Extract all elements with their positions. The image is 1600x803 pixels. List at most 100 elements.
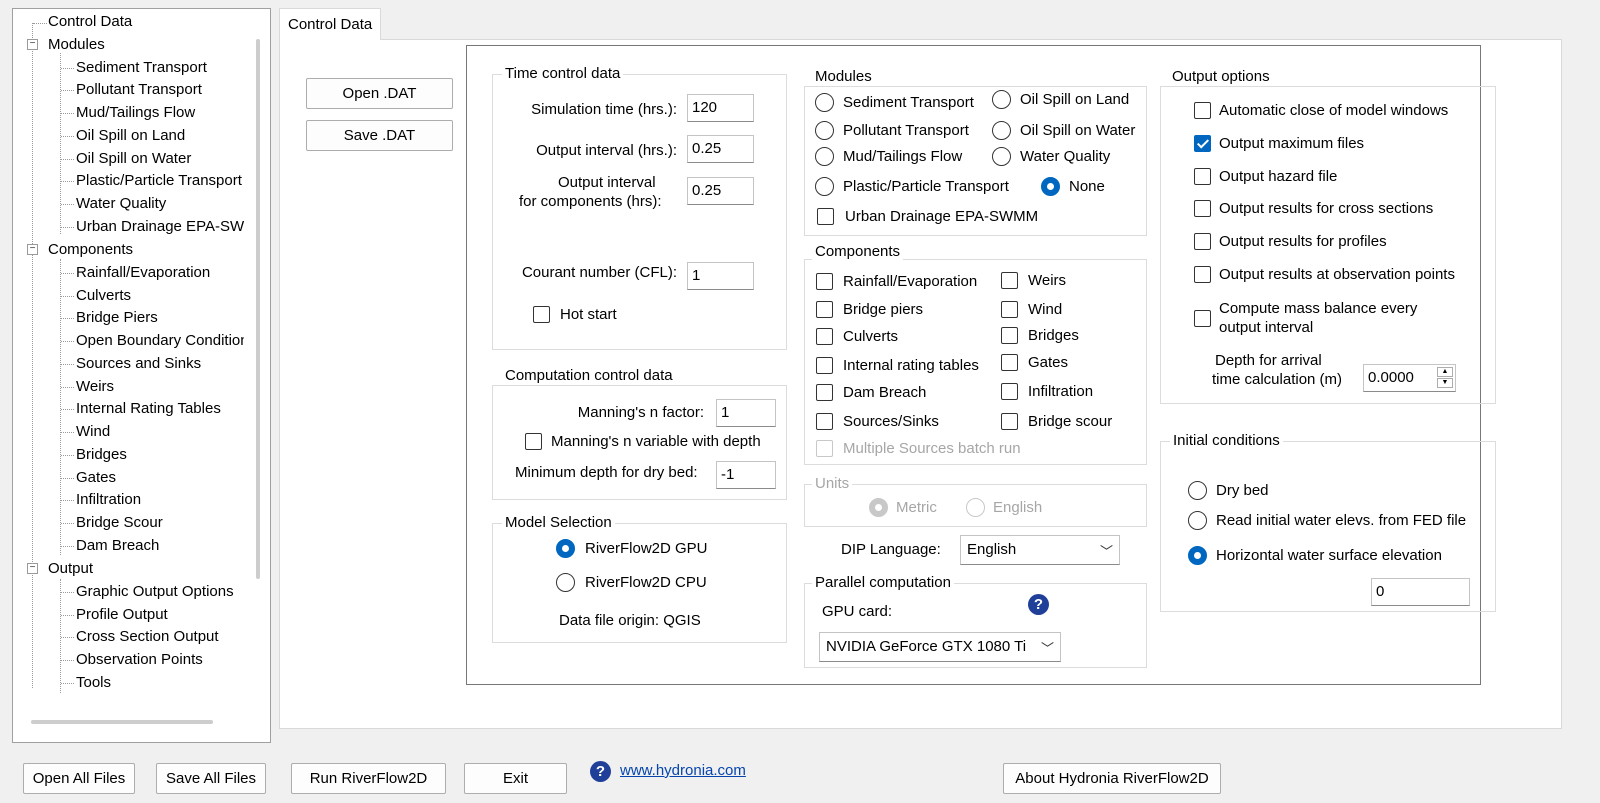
module-radio[interactable]: [815, 121, 834, 140]
tree-item-module[interactable]: Oil Spill on Land: [76, 125, 185, 147]
tree-item-component[interactable]: Culverts: [76, 285, 131, 307]
module-none-radio[interactable]: [1041, 177, 1060, 196]
horizontal-scrollbar[interactable]: [31, 720, 213, 724]
tree-item-component[interactable]: Gates: [76, 467, 116, 489]
tree-item-component[interactable]: Rainfall/Evaporation: [76, 262, 210, 284]
component-checkbox[interactable]: [1001, 383, 1018, 400]
module-label: Sediment Transport: [843, 94, 974, 111]
depth-arrival-label: Depth for arrival: [1215, 352, 1322, 369]
about-button[interactable]: About Hydronia RiverFlow2D: [1003, 763, 1221, 794]
tab-control-data[interactable]: Control Data: [279, 8, 381, 40]
output-cross-sections-checkbox[interactable]: [1194, 200, 1211, 217]
module-radio[interactable]: [815, 93, 834, 112]
tree-item-output[interactable]: Tools: [76, 672, 111, 694]
tree-node-components[interactable]: Components: [48, 239, 133, 261]
tree-item-component[interactable]: Bridges: [76, 444, 127, 466]
chevron-down-icon: ﹀: [1040, 641, 1054, 656]
simulation-time-input[interactable]: 120: [687, 94, 754, 122]
auto-close-checkbox[interactable]: [1194, 102, 1211, 119]
tree-node-output[interactable]: Output: [48, 558, 93, 580]
mass-balance-checkbox[interactable]: [1194, 310, 1211, 327]
tree-item-output[interactable]: Observation Points: [76, 649, 203, 671]
component-checkbox[interactable]: [1001, 354, 1018, 371]
gpu-radio[interactable]: [556, 539, 575, 558]
tree-item-control-data[interactable]: Control Data: [48, 11, 132, 33]
gpu-card-select[interactable]: NVIDIA GeForce GTX 1080 Ti ﹀: [819, 632, 1061, 662]
tree-item-component[interactable]: Bridge Scour: [76, 512, 163, 534]
english-radio[interactable]: [966, 498, 985, 517]
collapse-icon[interactable]: −: [27, 244, 38, 255]
tree-item-output[interactable]: Graphic Output Options: [76, 581, 234, 603]
component-checkbox[interactable]: [1001, 272, 1018, 289]
horizontal-surface-radio[interactable]: [1188, 546, 1207, 565]
save-dat-button[interactable]: Save .DAT: [306, 120, 453, 151]
depth-arrival-spinbox[interactable]: 0.0000 ▲ ▼: [1363, 364, 1456, 392]
output-interval-input[interactable]: 0.25: [687, 135, 754, 163]
tree-item-component[interactable]: Open Boundary Conditions: [76, 330, 244, 352]
exit-button[interactable]: Exit: [464, 763, 567, 794]
water-surface-elevation-input[interactable]: 0: [1371, 578, 1470, 606]
module-radio[interactable]: [992, 147, 1011, 166]
multiple-sources-checkbox[interactable]: [816, 440, 833, 457]
module-radio[interactable]: [992, 90, 1011, 109]
spin-down-icon[interactable]: ▼: [1437, 378, 1453, 388]
tree-item-component[interactable]: Internal Rating Tables: [76, 398, 221, 420]
output-hazard-checkbox[interactable]: [1194, 168, 1211, 185]
courant-number-input[interactable]: 1: [687, 262, 754, 290]
tree-item-module[interactable]: Urban Drainage EPA-SWMM: [76, 216, 244, 238]
manning-factor-input[interactable]: 1: [716, 399, 776, 427]
metric-radio[interactable]: [869, 498, 888, 517]
tree-item-component[interactable]: Wind: [76, 421, 110, 443]
open-dat-button[interactable]: Open .DAT: [306, 78, 453, 109]
tree-item-component[interactable]: Weirs: [76, 376, 114, 398]
component-checkbox[interactable]: [816, 328, 833, 345]
module-radio[interactable]: [815, 147, 834, 166]
collapse-icon[interactable]: −: [27, 563, 38, 574]
data-file-origin: Data file origin: QGIS: [559, 612, 701, 629]
tree-item-module[interactable]: Sediment Transport: [76, 57, 207, 79]
component-checkbox[interactable]: [816, 384, 833, 401]
help-icon[interactable]: ?: [1028, 594, 1049, 615]
tree-node-modules[interactable]: Modules: [48, 34, 105, 56]
component-checkbox[interactable]: [816, 273, 833, 290]
module-radio[interactable]: [992, 121, 1011, 140]
tree-item-module[interactable]: Oil Spill on Water: [76, 148, 191, 170]
min-depth-input[interactable]: -1: [716, 461, 776, 489]
cpu-radio[interactable]: [556, 573, 575, 592]
tree-item-component[interactable]: Sources and Sinks: [76, 353, 201, 375]
save-all-files-button[interactable]: Save All Files: [156, 763, 266, 794]
component-checkbox[interactable]: [1001, 327, 1018, 344]
output-interval-components-input[interactable]: 0.25: [687, 177, 754, 205]
component-checkbox[interactable]: [816, 413, 833, 430]
tree-item-module[interactable]: Pollutant Transport: [76, 79, 202, 101]
run-riverflow2d-button[interactable]: Run RiverFlow2D: [291, 763, 446, 794]
tree-item-component[interactable]: Dam Breach: [76, 535, 159, 557]
spin-up-icon[interactable]: ▲: [1437, 367, 1453, 377]
component-checkbox[interactable]: [1001, 413, 1018, 430]
tree-item-module[interactable]: Plastic/Particle Transport: [76, 170, 244, 192]
component-checkbox[interactable]: [816, 357, 833, 374]
tree-item-output[interactable]: Cross Section Output: [76, 626, 219, 648]
output-profiles-checkbox[interactable]: [1194, 233, 1211, 250]
component-checkbox[interactable]: [1001, 301, 1018, 318]
website-link[interactable]: www.hydronia.com: [620, 762, 746, 779]
navigation-tree[interactable]: Control Data − Modules Sediment Transpor…: [12, 8, 271, 743]
dry-bed-radio[interactable]: [1188, 481, 1207, 500]
collapse-icon[interactable]: −: [27, 39, 38, 50]
tree-item-component[interactable]: Bridge Piers: [76, 307, 158, 329]
component-checkbox[interactable]: [816, 301, 833, 318]
output-max-files-checkbox[interactable]: [1194, 135, 1211, 152]
urban-drainage-checkbox[interactable]: [817, 208, 834, 225]
tree-item-module[interactable]: Water Quality: [76, 193, 166, 215]
tree-item-component[interactable]: Infiltration: [76, 489, 141, 511]
open-all-files-button[interactable]: Open All Files: [23, 763, 135, 794]
vertical-scrollbar[interactable]: [256, 39, 260, 579]
tree-item-module[interactable]: Mud/Tailings Flow: [76, 102, 195, 124]
output-observation-points-checkbox[interactable]: [1194, 266, 1211, 283]
tree-item-output[interactable]: Profile Output: [76, 604, 168, 626]
hot-start-checkbox[interactable]: [533, 306, 550, 323]
read-fed-radio[interactable]: [1188, 511, 1207, 530]
manning-variable-checkbox[interactable]: [525, 433, 542, 450]
dip-language-select[interactable]: English ﹀: [960, 535, 1120, 565]
module-radio[interactable]: [815, 177, 834, 196]
